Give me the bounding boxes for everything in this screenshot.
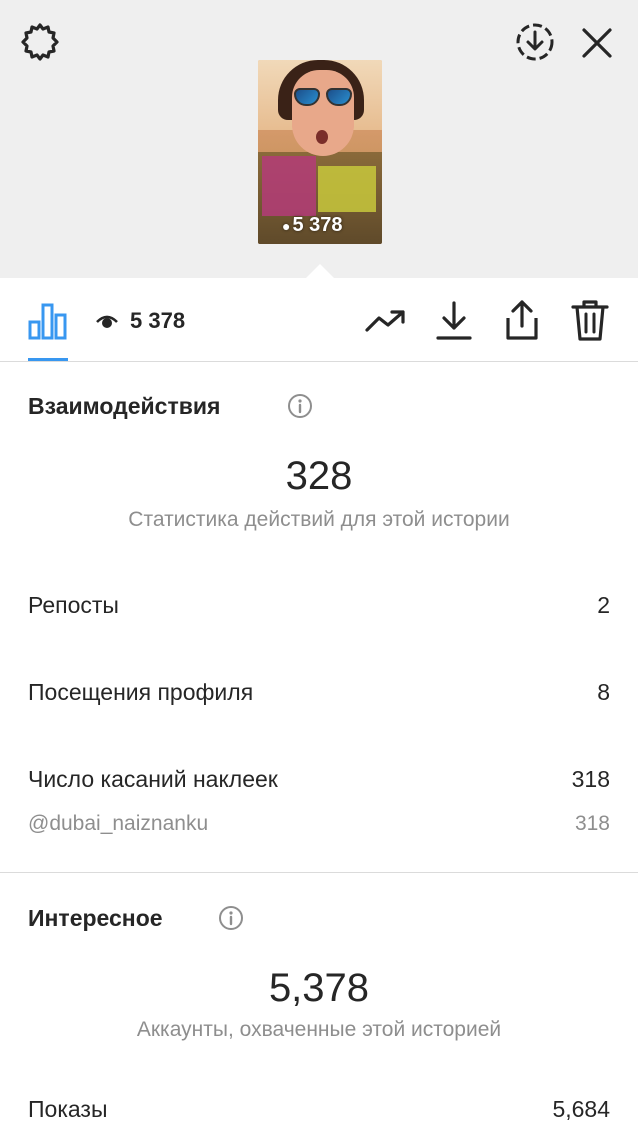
sticker-taps-label: Число касаний наклеек	[28, 766, 278, 792]
sticker-taps-value: 318	[571, 766, 610, 792]
trending-up-icon[interactable]	[364, 308, 408, 334]
thumbnail-views-value: 5 378	[292, 214, 343, 236]
eye-icon: ●	[282, 218, 291, 234]
trash-icon[interactable]	[570, 298, 610, 342]
profile-visits-label: Посещения профиля	[28, 679, 254, 705]
share-icon[interactable]	[502, 298, 542, 342]
discovery-title: Интересное	[28, 905, 163, 931]
sticker-mention-value: 318	[574, 812, 610, 835]
bar-chart-icon[interactable]	[28, 302, 68, 340]
thumbnail-sticker	[262, 156, 316, 216]
thumbnail-view-count: ● 5 378	[282, 214, 343, 237]
info-icon[interactable]	[287, 393, 313, 419]
eye-icon	[96, 309, 118, 328]
story-thumbnail[interactable]: ● 5 378	[258, 60, 382, 244]
reposts-label: Репосты	[28, 592, 119, 618]
insights-toolbar: 5 378	[0, 278, 638, 362]
active-tab-indicator	[28, 358, 68, 361]
gear-icon[interactable]	[20, 22, 60, 62]
thumbnail-mouth	[316, 130, 328, 144]
sticker-mention-label[interactable]: @dubai_naiznanku	[28, 812, 208, 836]
discovery-total: 5,378	[268, 966, 370, 1010]
view-count-value: 5 378	[130, 308, 186, 333]
impressions-label: Показы	[28, 1096, 108, 1122]
profile-visits-value: 8	[597, 679, 610, 705]
download-icon[interactable]	[436, 300, 472, 342]
thumbnail-sticker	[318, 166, 376, 212]
reposts-value: 2	[597, 592, 610, 618]
discovery-caption: Аккаунты, охваченные этой историей	[136, 1018, 502, 1041]
impressions-value: 5,684	[552, 1096, 610, 1122]
interactions-caption: Статистика действий для этой истории	[128, 508, 510, 531]
story-header: ● 5 378	[0, 0, 638, 278]
interactions-title: Взаимодействия	[28, 393, 221, 419]
circle-download-icon[interactable]	[514, 21, 556, 63]
interactions-total: 328	[285, 454, 353, 498]
close-icon[interactable]	[580, 26, 614, 60]
thumbnail-pointer	[306, 264, 334, 278]
view-count[interactable]: 5 378	[96, 308, 185, 334]
info-icon[interactable]	[218, 905, 244, 931]
section-divider	[0, 872, 638, 873]
thumbnail-sunglasses	[294, 88, 354, 108]
